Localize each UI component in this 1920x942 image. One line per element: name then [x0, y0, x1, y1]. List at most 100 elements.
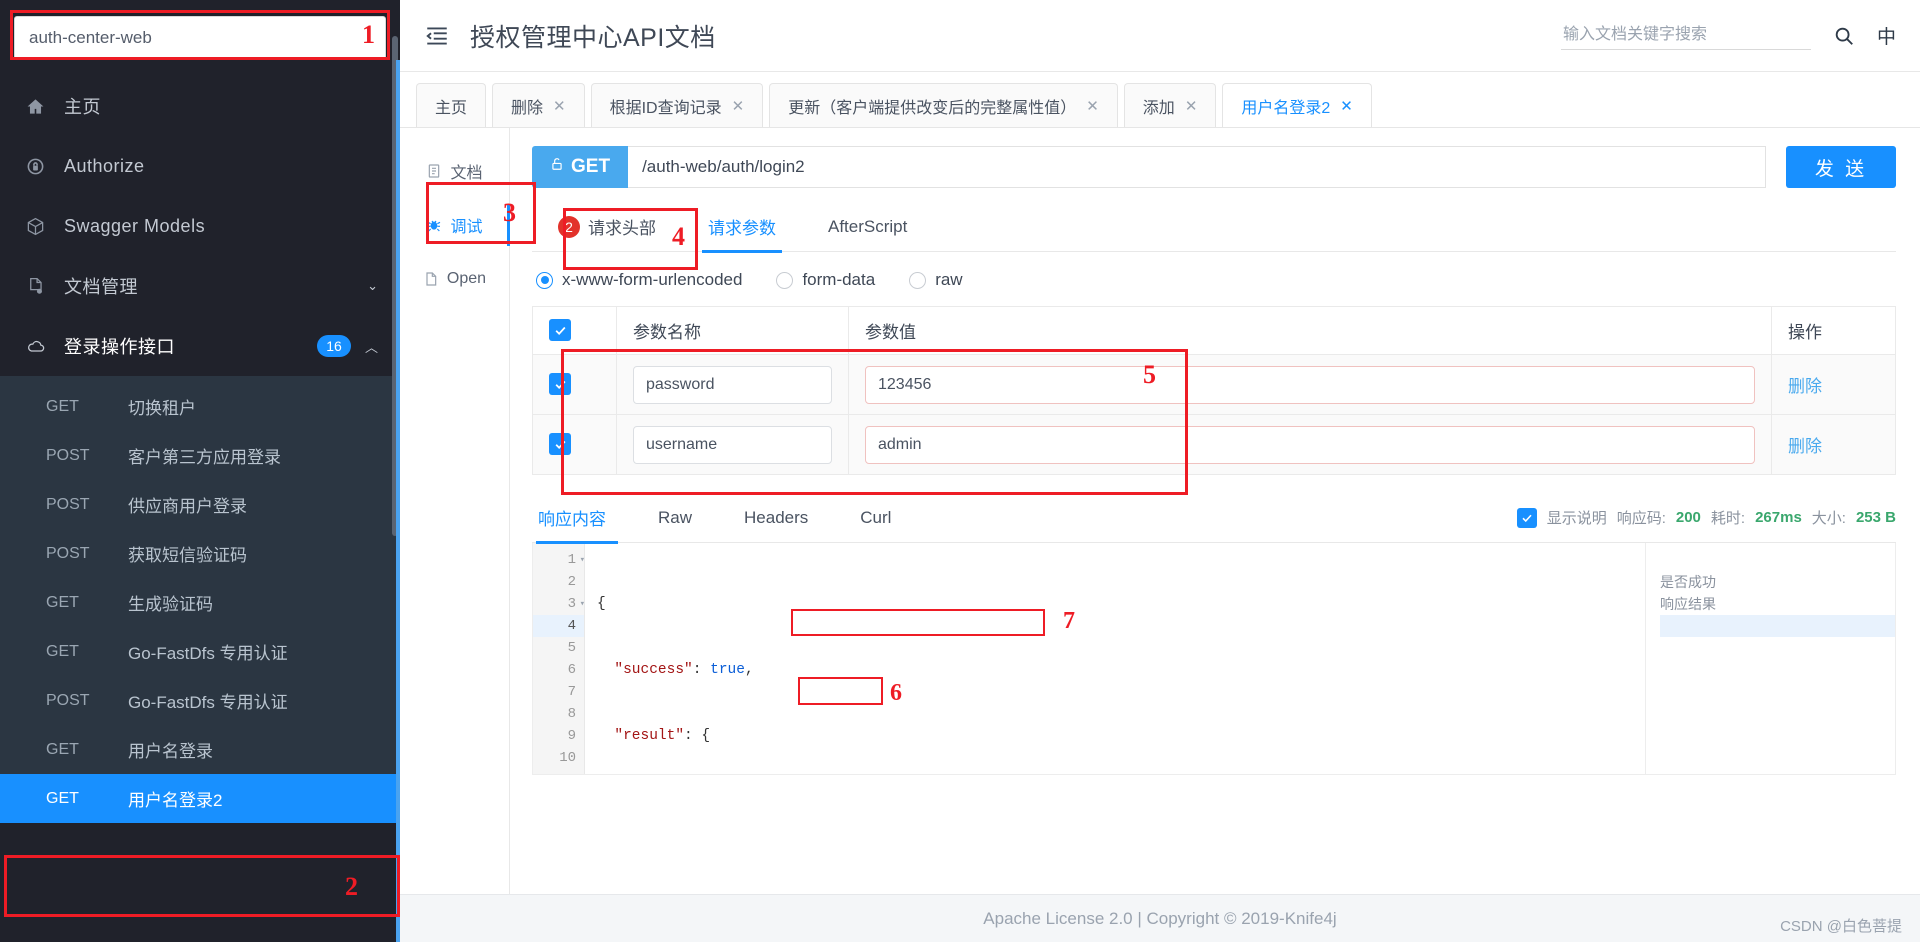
sidebar-endpoint-gen-captcha[interactable]: GET 生成验证码	[0, 578, 400, 627]
sidebar-endpoint-switch-tenant[interactable]: GET 切换租户	[0, 382, 400, 431]
line-number: 5	[567, 640, 576, 656]
sidebar-menu: 主页 Authorize Swagger Models 文档管理 ⌄ 登录操作接…	[0, 76, 400, 823]
endpoint-method: POST	[46, 495, 90, 513]
chevron-down-icon[interactable]: ⌄	[367, 278, 378, 294]
sidebar-endpoint-username-login2[interactable]: GET 用户名登录2	[0, 774, 400, 823]
request-tab-label: 请求头部	[588, 219, 656, 238]
show-description-label: 显示说明	[1546, 510, 1607, 527]
response-tab-label: Headers	[744, 507, 809, 527]
body-type-radios: x-www-form-urlencoded form-data raw	[532, 270, 1896, 290]
doc-tab-update[interactable]: 更新（客户端提供改变后的完整属性值） ✕	[769, 83, 1118, 127]
param-value-input[interactable]	[865, 425, 1755, 464]
request-url-input[interactable]	[628, 146, 1766, 188]
sidebar-item-label: Authorize	[64, 155, 145, 176]
doc-tab-username-login2[interactable]: 用户名登录2 ✕	[1222, 83, 1372, 127]
response-tab-raw[interactable]: Raw	[632, 493, 718, 543]
close-icon[interactable]: ✕	[1086, 97, 1099, 115]
sidebar-endpoint-gofastdfs-post[interactable]: POST Go-FastDfs 专用认证	[0, 676, 400, 725]
doc-search-input[interactable]	[1560, 21, 1811, 50]
topbar: 授权管理中心API文档 中	[400, 0, 1920, 72]
left-sub-nav: 文档 调试 Open	[400, 128, 510, 894]
sidebar-item-home[interactable]: 主页	[0, 76, 400, 136]
row-value-cell	[848, 354, 1772, 415]
delete-row-link[interactable]: 删除	[1788, 377, 1822, 396]
sidebar-item-label: 文档管理	[64, 277, 138, 297]
bug-icon	[426, 217, 442, 233]
row-checkbox[interactable]	[549, 433, 571, 456]
sidebar-group-label: 登录操作接口	[64, 337, 175, 357]
page-title: 授权管理中心API文档	[470, 23, 716, 52]
send-button[interactable]: 发 送	[1786, 146, 1896, 188]
close-icon[interactable]: ✕	[553, 97, 566, 115]
param-name-input[interactable]	[633, 425, 832, 464]
desc-spacer	[1660, 659, 1895, 681]
close-icon[interactable]: ✕	[1340, 97, 1353, 115]
close-icon[interactable]: ✕	[1185, 97, 1198, 115]
row-checkbox-cell	[532, 414, 617, 475]
table-row: 删除	[532, 414, 1896, 475]
response-tab-headers[interactable]: Headers	[718, 493, 834, 543]
size-label: 大小:	[1811, 510, 1846, 527]
param-name-input[interactable]	[633, 365, 832, 404]
sidebar-endpoint-third-party-login[interactable]: POST 客户第三方应用登录	[0, 431, 400, 480]
doc-tab-label: 用户名登录2	[1241, 99, 1331, 117]
doc-tab-add[interactable]: 添加 ✕	[1123, 83, 1217, 127]
request-tab-params[interactable]: 请求参数	[682, 202, 802, 253]
response-tab-content[interactable]: 响应内容	[532, 493, 632, 544]
radio-raw[interactable]: raw	[909, 270, 963, 290]
chevron-up-icon[interactable]: ︿	[365, 337, 378, 356]
sidebar-item-doc-manage[interactable]: 文档管理 ⌄	[0, 256, 400, 316]
json-response-body[interactable]: { "success": true, "result": { "access_t…	[585, 543, 1645, 774]
request-url-bar: GET 发 送	[532, 146, 1896, 188]
endpoint-method: POST	[46, 544, 90, 562]
request-tabs: 2 请求头部 请求参数 AfterScript	[532, 202, 1896, 253]
sidebar-item-swagger-models[interactable]: Swagger Models	[0, 196, 400, 256]
subnav-item-document[interactable]: 文档	[400, 144, 509, 198]
app-root: 主页 Authorize Swagger Models 文档管理 ⌄	[0, 0, 1920, 942]
subnav-item-open[interactable]: Open	[400, 252, 509, 306]
show-description-checkbox[interactable]	[1516, 507, 1537, 528]
param-value-input[interactable]	[865, 365, 1755, 404]
desc-spacer	[1660, 549, 1895, 571]
doc-tab-home[interactable]: 主页	[416, 83, 487, 127]
sidebar-endpoint-sms-code[interactable]: POST 获取短信验证码	[0, 529, 400, 578]
service-search-input[interactable]	[14, 16, 386, 60]
sidebar-endpoint-gofastdfs-get[interactable]: GET Go-FastDfs 专用认证	[0, 627, 400, 676]
search-icon[interactable]	[1833, 25, 1855, 47]
desc-spacer	[1660, 615, 1895, 637]
elapsed-label: 耗时:	[1710, 510, 1746, 527]
request-tab-afterscript[interactable]: AfterScript	[802, 202, 933, 252]
debug-panel: GET 发 送 2 请求头部 请求参数 AfterScript	[510, 128, 1920, 894]
sidebar-group-login-api[interactable]: 登录操作接口 16 ︿	[0, 316, 400, 376]
request-tab-headers[interactable]: 2 请求头部	[532, 202, 682, 252]
delete-row-link[interactable]: 删除	[1788, 437, 1822, 456]
field-description: 响应结果	[1660, 596, 1716, 612]
line-number: 7	[567, 684, 576, 700]
row-checkbox[interactable]	[549, 373, 571, 396]
endpoint-method: GET	[46, 593, 79, 611]
select-all-checkbox[interactable]	[549, 319, 571, 342]
field-description: 是否成功	[1660, 574, 1716, 590]
doc-tab-query-by-id[interactable]: 根据ID查询记录 ✕	[590, 83, 764, 127]
subnav-item-debug[interactable]: 调试	[400, 198, 510, 252]
menu-collapse-icon[interactable]	[422, 21, 452, 51]
http-method-chip: GET	[532, 146, 629, 188]
close-icon[interactable]: ✕	[732, 97, 745, 115]
cloud-icon	[26, 336, 52, 356]
language-toggle[interactable]: 中	[1877, 22, 1896, 49]
sidebar-endpoint-username-login[interactable]: GET 用户名登录	[0, 725, 400, 774]
status-code-label: 响应码:	[1616, 510, 1666, 527]
radio-x-www-form-urlencoded[interactable]: x-www-form-urlencoded	[536, 270, 742, 290]
sidebar-item-authorize[interactable]: Authorize	[0, 136, 400, 196]
sidebar-endpoint-supplier-login[interactable]: POST 供应商用户登录	[0, 480, 400, 529]
doc-gear-icon	[26, 277, 52, 296]
doc-tab-delete[interactable]: 删除 ✕	[492, 83, 585, 127]
response-tab-curl[interactable]: Curl	[834, 493, 917, 543]
endpoint-name: Go-FastDfs 专用认证	[128, 693, 288, 712]
sidebar-item-label: Swagger Models	[64, 215, 206, 236]
doc-tab-label: 删除	[511, 99, 544, 117]
endpoint-name: 供应商用户登录	[128, 497, 247, 516]
radio-form-data[interactable]: form-data	[776, 270, 875, 290]
response-tabs: 响应内容 Raw Headers Curl 显示说明 响应码: 200 耗时: …	[532, 493, 1896, 544]
http-method-label: GET	[571, 156, 611, 177]
